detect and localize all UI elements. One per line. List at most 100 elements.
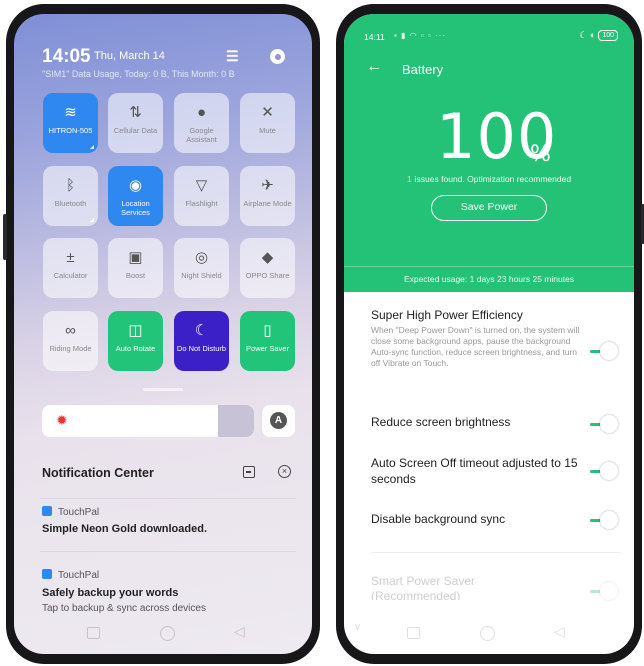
- tile-night-shield[interactable]: ◎ Night Shield: [174, 238, 229, 298]
- clear-all-icon[interactable]: ×: [278, 465, 291, 478]
- tile-power-saver[interactable]: ▯ Power Saver: [240, 311, 295, 371]
- location-pin-icon: ◉: [128, 177, 143, 194]
- gear-icon[interactable]: [270, 49, 285, 64]
- setting-title: Smart Power Saver (Recommended): [371, 574, 476, 600]
- battery-header: 14:11 ▪ ▮ ◠ ▫ ▫ ··· ☾ ◐ 100 ← Battery 100…: [344, 14, 634, 292]
- battery-saver-icon: ▯: [263, 322, 272, 339]
- setting-title: Super High Power Efficiency: [371, 308, 523, 322]
- battery-badge: 100: [598, 30, 618, 41]
- tile-label: Mute: [259, 126, 276, 135]
- tile-label: Auto Rotate: [115, 344, 156, 353]
- disable-background-sync-toggle[interactable]: [590, 511, 618, 529]
- recents-icon[interactable]: [407, 627, 420, 639]
- tile-flashlight[interactable]: ▽ Flashlight: [174, 166, 229, 226]
- tile-google-assistant[interactable]: ● Google Assistant: [174, 93, 229, 153]
- tile-mute[interactable]: ✕ Mute: [240, 93, 295, 153]
- battery-screen: 14:11 ▪ ▮ ◠ ▫ ▫ ··· ☾ ◐ 100 ← Battery 100…: [344, 14, 634, 654]
- data-usage-text: "SIM1" Data Usage, Today: 0 B, This Mont…: [42, 69, 235, 79]
- moon-icon: ☾: [194, 322, 209, 339]
- wifi-icon: ≋: [64, 104, 77, 121]
- tile-label: Cellular Data: [113, 126, 158, 135]
- control-center-screen: 14:05 Thu, March 14 "SIM1" Data Usage, T…: [14, 14, 312, 654]
- brightness-slider[interactable]: ✹: [42, 405, 254, 437]
- cellular-data-icon: ⇅: [129, 104, 142, 121]
- tile-boost[interactable]: ▣ Boost: [108, 238, 163, 298]
- auto-brightness-button[interactable]: A: [262, 405, 295, 437]
- tile-do-not-disturb[interactable]: ☾ Do Not Disturb: [174, 311, 229, 371]
- tile-label: Calculator: [53, 271, 88, 280]
- tile-label: Riding Mode: [49, 344, 92, 353]
- calculator-icon: ±: [66, 249, 75, 266]
- tile-auto-rotate[interactable]: ◫ Auto Rotate: [108, 311, 163, 371]
- toggle-knob: [600, 415, 618, 433]
- sun-icon: ✹: [56, 412, 68, 428]
- notification-title[interactable]: Simple Neon Gold downloaded.: [42, 523, 207, 535]
- notification-text: Tap to backup & sync across devices: [42, 603, 206, 614]
- toggle-knob: [600, 462, 618, 480]
- expand-corner-icon: [90, 145, 94, 149]
- navigation-bar: ∨ ◁: [344, 614, 634, 654]
- back-arrow-icon[interactable]: ←: [366, 58, 382, 76]
- back-icon[interactable]: ◁: [234, 623, 245, 640]
- divider: [40, 551, 296, 552]
- tile-bluetooth[interactable]: ᛒ Bluetooth: [43, 166, 98, 226]
- volume-button: [3, 214, 7, 260]
- touchpal-icon: [42, 569, 52, 579]
- manage-notifications-icon[interactable]: [243, 466, 255, 478]
- tile-label: OPPO Share: [245, 271, 290, 280]
- tile-oppo-share[interactable]: ◆ OPPO Share: [240, 238, 295, 298]
- chevron-down-icon[interactable]: ∨: [354, 622, 361, 633]
- smart-power-saver-toggle[interactable]: [590, 582, 618, 600]
- tile-location-services[interactable]: ◉ Location Services: [108, 166, 163, 226]
- right-phone: 14:11 ▪ ▮ ◠ ▫ ▫ ··· ☾ ◐ 100 ← Battery 100…: [336, 4, 644, 664]
- auto-screen-off-toggle[interactable]: [590, 462, 618, 480]
- back-icon[interactable]: ◁: [554, 623, 565, 640]
- setting-description: When "Deep Power Down" is turned on, the…: [371, 325, 580, 368]
- percent-sign: %: [530, 142, 551, 167]
- tile-label: Power Saver: [246, 344, 289, 353]
- expand-corner-icon: [90, 218, 94, 222]
- tile-airplane-mode[interactable]: ✈ Airplane Mode: [240, 166, 295, 226]
- tile-label: Boost: [125, 271, 146, 280]
- toggle-knob: [600, 342, 618, 360]
- reduce-brightness-toggle[interactable]: [590, 415, 618, 433]
- page-title: Battery: [402, 62, 444, 77]
- recents-icon[interactable]: [87, 627, 100, 639]
- notification-app: TouchPal: [42, 569, 99, 581]
- tile-calculator[interactable]: ± Calculator: [43, 238, 98, 298]
- issues-summary: 1 issues found. Optimization recommended: [344, 174, 634, 184]
- setting-title: Reduce screen brightness: [371, 415, 511, 429]
- home-icon[interactable]: [480, 626, 495, 641]
- status-time: 14:11: [364, 32, 385, 42]
- home-icon[interactable]: [160, 626, 175, 641]
- notification-center-title: Notification Center: [42, 466, 154, 480]
- toggle-knob: [600, 582, 618, 600]
- divider: [371, 552, 621, 553]
- super-high-power-efficiency-toggle[interactable]: [590, 342, 618, 360]
- divider: [40, 498, 296, 499]
- touchpal-icon: [42, 506, 52, 516]
- flashlight-icon: ▽: [195, 177, 208, 194]
- airplane-icon: ✈: [261, 177, 274, 194]
- clock: 14:05: [42, 46, 91, 67]
- tile-cellular-data[interactable]: ⇅ Cellular Data: [108, 93, 163, 153]
- left-phone: 14:05 Thu, March 14 "SIM1" Data Usage, T…: [3, 4, 320, 664]
- mute-bell-icon: ✕: [261, 104, 274, 121]
- navigation-bar: ◁: [14, 614, 312, 654]
- rotate-icon: ◫: [128, 322, 143, 339]
- tile-riding-mode[interactable]: ∞ Riding Mode: [43, 311, 98, 371]
- tile-label: Location Services: [121, 199, 150, 217]
- tile-hitron-505[interactable]: ≋ HITRON-505: [43, 93, 98, 153]
- notification-title[interactable]: Safely backup your words: [42, 587, 178, 599]
- date: Thu, March 14: [94, 50, 165, 62]
- drag-handle[interactable]: [143, 388, 183, 391]
- notification-app: TouchPal: [42, 506, 99, 518]
- setting-title: Auto Screen Off timeout adjusted to 15 s…: [371, 456, 578, 486]
- list-edit-icon[interactable]: ☰: [226, 48, 246, 66]
- toggle-knob: [600, 511, 618, 529]
- microphone-icon: ●: [196, 104, 207, 121]
- issues-count: 1: [406, 174, 412, 184]
- save-power-button[interactable]: Save Power: [431, 195, 547, 221]
- setting-title: Disable background sync: [371, 512, 506, 526]
- notification-app-name: TouchPal: [58, 507, 100, 518]
